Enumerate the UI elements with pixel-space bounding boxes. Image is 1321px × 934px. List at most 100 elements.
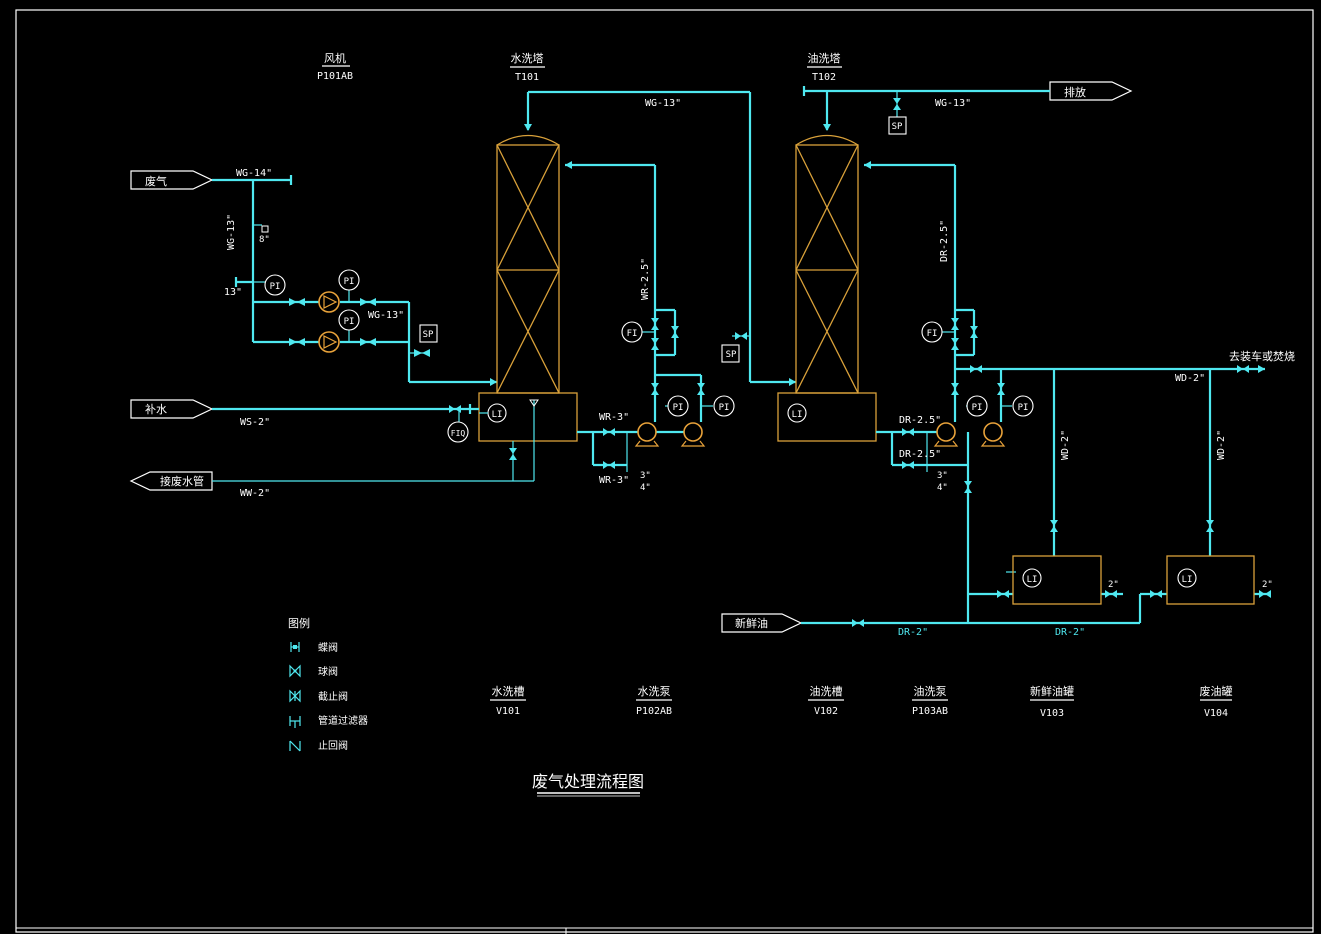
p102-tag: P102AB [636,706,672,717]
drawing-frame [15,9,1314,933]
oil-tower-tag: T102 [812,72,836,83]
fi-label: FI [627,329,638,339]
water-pump-p102b [680,422,706,447]
fan-p101b [318,331,340,353]
size-3-water: 3" [640,471,651,481]
check-valve-icon [289,740,301,752]
line-wg14: WG-14" [236,168,272,179]
waste-gas-inlet-arrow: 废气 [130,170,214,190]
li-label: LI [1182,575,1193,585]
t102-overhead-piping [802,86,1050,131]
oil-wash-tower-t102 [795,134,859,394]
water-tower-tag: T101 [515,72,539,83]
fan-tag: P101AB [317,71,353,82]
legend-title: 图例 [288,616,310,630]
fresh-oil-arrow: 新鲜油 [721,613,803,633]
v103-name: 新鲜油罐 [1030,684,1074,698]
fi-water-circulation: FI [621,321,643,343]
sp-t101-overhead: SP [721,344,740,363]
fan-name: 风机 [324,51,346,65]
globe-valve-icon [289,689,301,703]
water-wash-tower-t101 [496,134,560,394]
v104-tag: V104 [1204,708,1228,719]
line-wr3-lower: WR-3" [599,475,629,486]
size-2-v103: 2" [1108,580,1119,590]
pi-label: PI [719,403,730,413]
page-title: 废气处理流程图 [532,772,644,791]
size-8: 8" [259,235,270,245]
sp-label: SP [892,122,903,132]
line-wd2-v103: WD-2" [1060,430,1071,460]
fresh-oil-piping [801,369,1271,627]
li-v101: LI [487,403,507,423]
size-13: 13" [224,287,242,298]
pi-label: PI [1018,403,1029,413]
li-label: LI [492,410,503,420]
v103-tag: V103 [1040,708,1064,719]
fresh-oil-label: 新鲜油 [735,616,768,630]
sp-label: SP [726,350,737,360]
pi-oil-pump-b: PI [1012,395,1034,417]
size-2-v104: 2" [1262,580,1273,590]
makeup-water-label: 补水 [145,403,167,416]
line-wd2-v104: WD-2" [1216,430,1227,460]
legend-label-ball-valve: 球阀 [318,665,338,678]
line-wr25: WR-2.5" [640,258,651,300]
pi-label: PI [344,277,355,287]
line-dr25-vertical: DR-2.5" [939,220,950,262]
line-wg13-discharge: WG-13" [368,310,404,321]
drawing-title: 废气处理流程图 [532,772,644,797]
fi-oil-circulation: FI [921,321,943,343]
oil-circulation-piping [864,161,1265,623]
legend: 图例 蝶阀 球阀 截止阀 管道过滤器 止回阀 [288,616,368,752]
equipment-label-p102ab: 水洗泵 P102AB [636,685,672,717]
pi-label: PI [270,282,281,292]
discharge-arrow: 排放 [1049,81,1133,101]
discharge-label: 排放 [1064,85,1086,99]
pi-water-pump-a: PI [667,395,689,417]
size-4-oil: 4" [937,483,948,493]
v104-name: 废油罐 [1200,684,1233,698]
line-wr3-upper: WR-3" [599,412,629,423]
ball-valve-icon [289,664,301,678]
li-v103: LI [1022,568,1042,588]
sp-t102-overhead: SP [888,116,907,135]
pipeline-filter-icon [289,716,301,728]
sp-label: SP [423,330,434,340]
p102-name: 水洗泵 [638,685,671,698]
equipment-label-v101: 水洗槽 V101 [490,685,526,717]
line-dr2-left: DR-2" [898,627,928,638]
line-dr25-upper: DR-2.5" [899,415,941,426]
process-flow-diagram: 风机 P101AB 水洗塔 T101 油洗塔 T102 废气 补水 接废水管 新… [15,9,1314,934]
water-tower-name: 水洗塔 [511,52,544,65]
line-wg13-vertical: WG-13" [226,214,237,250]
sp-gas-inlet: SP [419,324,438,343]
equipment-label-v104: 废油罐 V104 [1200,684,1233,719]
line-wg13-t101-overhead: WG-13" [645,98,681,109]
pi-fan-b: PI [338,309,360,331]
fi-label: FI [927,329,938,339]
line-wg13-t102-overhead: WG-13" [935,98,971,109]
v101-tag: V101 [496,706,520,717]
size-3-oil: 3" [937,471,948,481]
equipment-label-v103: 新鲜油罐 V103 [1030,684,1074,719]
li-v102: LI [787,403,807,423]
size-4-water: 4" [640,483,651,493]
to-truck-label: 去装车或焚烧 [1229,349,1295,363]
fiq-makeup: FIQ [447,421,469,443]
line-dr25-lower: DR-2.5" [899,449,941,460]
legend-label-globe-valve: 截止阀 [318,690,348,703]
to-wastewater-label: 接废水管 [160,474,204,488]
oil-tower-name: 油洗塔 [808,51,841,65]
fan-p101a [318,291,340,313]
v102-tag: V102 [814,706,838,717]
li-label: LI [1027,575,1038,585]
pi-label: PI [344,317,355,327]
t101-overhead-piping [524,90,796,386]
line-wd2-horizontal: WD-2" [1175,373,1205,384]
line-ww2: WW-2" [240,488,270,499]
oil-pump-p103b [980,422,1006,447]
pi-label: PI [673,403,684,413]
oil-pump-p103a [933,422,959,447]
v102-name: 油洗槽 [810,684,843,698]
